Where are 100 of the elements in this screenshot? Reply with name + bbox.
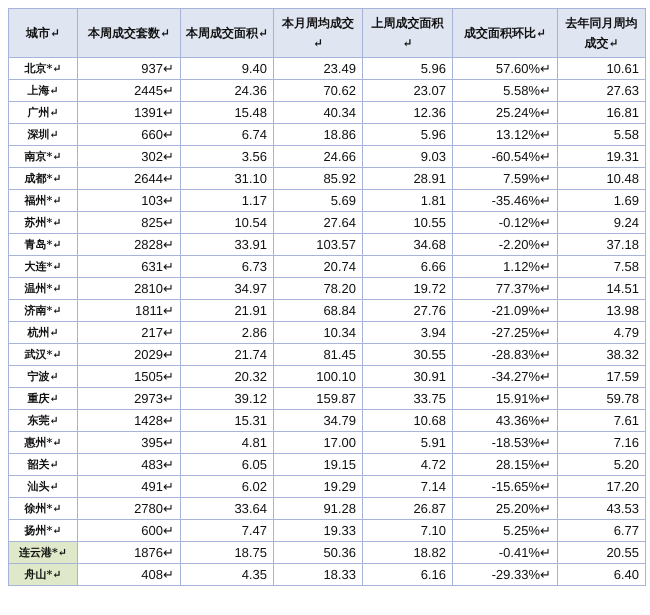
city-cell: 成都*↵	[8, 168, 78, 190]
table-cell: 6.74	[180, 124, 274, 146]
table-cell: 7.14	[362, 476, 452, 498]
table-cell: 27.76	[362, 300, 452, 322]
table-cell: 19.33	[274, 520, 362, 542]
table-cell: 5.25%↵	[452, 520, 558, 542]
city-cell: 上海↵	[8, 80, 78, 102]
table-cell: 10.55	[362, 212, 452, 234]
city-cell: 韶关↵	[8, 454, 78, 476]
city-cell: 福州*↵	[8, 190, 78, 212]
table-cell: 85.92	[274, 168, 362, 190]
table-cell: 2644↵	[78, 168, 180, 190]
city-cell: 大连*↵	[8, 256, 78, 278]
table-cell: 103↵	[78, 190, 180, 212]
table-cell: 43.53	[558, 498, 646, 520]
table-cell: 1811↵	[78, 300, 180, 322]
table-cell: 10.34	[274, 322, 362, 344]
table-cell: 7.59%↵	[452, 168, 558, 190]
table-cell: 6.66	[362, 256, 452, 278]
table-cell: 2445↵	[78, 80, 180, 102]
table-cell: 3.56	[180, 146, 274, 168]
table-cell: 660↵	[78, 124, 180, 146]
table-cell: 33.64	[180, 498, 274, 520]
table-cell: 37.18	[558, 234, 646, 256]
table-cell: 40.34	[274, 102, 362, 124]
column-header: 上周成交面积↵	[362, 8, 452, 58]
table-cell: 10.68	[362, 410, 452, 432]
table-cell: 19.29	[274, 476, 362, 498]
table-cell: -21.09%↵	[452, 300, 558, 322]
column-header: 本周成交面积↵	[180, 8, 274, 58]
table-cell: 1505↵	[78, 366, 180, 388]
table-cell: 159.87	[274, 388, 362, 410]
table-cell: 26.87	[362, 498, 452, 520]
column-header: 成交面积环比↵	[452, 8, 558, 58]
table-cell: 100.10	[274, 366, 362, 388]
table-cell: 18.82	[362, 542, 452, 564]
column-header: 本周成交套数↵	[78, 8, 180, 58]
table-cell: 20.55	[558, 542, 646, 564]
table-cell: 33.91	[180, 234, 274, 256]
table-cell: 6.02	[180, 476, 274, 498]
table-cell: 2780↵	[78, 498, 180, 520]
table-cell: 24.36	[180, 80, 274, 102]
table-cell: -15.65%↵	[452, 476, 558, 498]
table-cell: 9.40	[180, 58, 274, 80]
table-cell: 5.58	[558, 124, 646, 146]
city-cell: 杭州↵	[8, 322, 78, 344]
table-cell: 2828↵	[78, 234, 180, 256]
table-cell: 4.79	[558, 322, 646, 344]
city-cell: 武汉*↵	[8, 344, 78, 366]
table-cell: 24.66	[274, 146, 362, 168]
table-cell: 631↵	[78, 256, 180, 278]
table-cell: 25.24%↵	[452, 102, 558, 124]
city-cell: 青岛*↵	[8, 234, 78, 256]
city-cell: 汕头↵	[8, 476, 78, 498]
table-cell: 81.45	[274, 344, 362, 366]
city-cell: 连云港*↵	[8, 542, 78, 564]
table-cell: 13.12%↵	[452, 124, 558, 146]
table-cell: 5.96	[362, 124, 452, 146]
city-cell: 宁波↵	[8, 366, 78, 388]
table-cell: 43.36%↵	[452, 410, 558, 432]
table-cell: 34.79	[274, 410, 362, 432]
table-cell: 15.31	[180, 410, 274, 432]
table-cell: 23.49	[274, 58, 362, 80]
table-cell: 15.48	[180, 102, 274, 124]
table-cell: 12.36	[362, 102, 452, 124]
table-cell: 34.68	[362, 234, 452, 256]
table-cell: 5.91	[362, 432, 452, 454]
table-cell: 7.16	[558, 432, 646, 454]
table-cell: 7.10	[362, 520, 452, 542]
table-cell: 5.69	[274, 190, 362, 212]
table-cell: 6.40	[558, 564, 646, 586]
table-cell: 21.74	[180, 344, 274, 366]
table-cell: 70.62	[274, 80, 362, 102]
city-cell: 扬州*↵	[8, 520, 78, 542]
column-header: 去年同月周均成交↵	[558, 8, 646, 58]
table-cell: 50.36	[274, 542, 362, 564]
city-cell: 徐州*↵	[8, 498, 78, 520]
table-cell: 2.86	[180, 322, 274, 344]
table-cell: 38.32	[558, 344, 646, 366]
table-cell: 68.84	[274, 300, 362, 322]
table-cell: 10.61	[558, 58, 646, 80]
city-cell: 南京*↵	[8, 146, 78, 168]
table-cell: 825↵	[78, 212, 180, 234]
city-cell: 舟山*↵	[8, 564, 78, 586]
table-cell: 6.16	[362, 564, 452, 586]
table-cell: 15.91%↵	[452, 388, 558, 410]
city-cell: 苏州*↵	[8, 212, 78, 234]
table-cell: 4.81	[180, 432, 274, 454]
table-cell: 7.47	[180, 520, 274, 542]
table-cell: 28.15%↵	[452, 454, 558, 476]
table-cell: 408↵	[78, 564, 180, 586]
table-cell: 20.32	[180, 366, 274, 388]
table-cell: 91.28	[274, 498, 362, 520]
table-cell: 2973↵	[78, 388, 180, 410]
table-cell: 937↵	[78, 58, 180, 80]
city-cell: 惠州*↵	[8, 432, 78, 454]
table-cell: -29.33%↵	[452, 564, 558, 586]
table-cell: 19.15	[274, 454, 362, 476]
table-cell: -60.54%↵	[452, 146, 558, 168]
city-cell: 广州↵	[8, 102, 78, 124]
